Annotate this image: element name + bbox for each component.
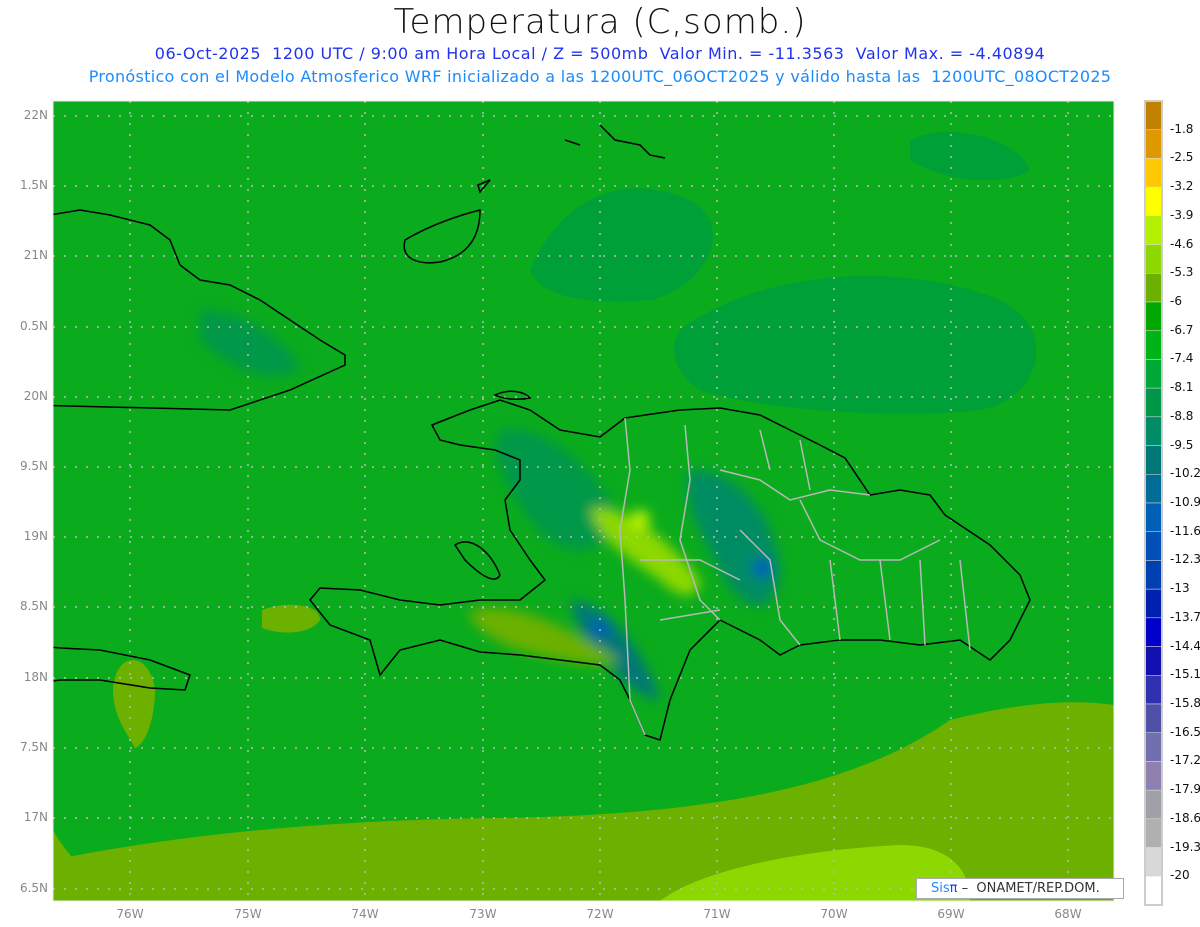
colorbar-swatch xyxy=(1144,359,1163,389)
colorbar-label: -16.5 xyxy=(1170,724,1200,739)
colorbar-label: -10.9 xyxy=(1170,495,1200,509)
colorbar-swatch xyxy=(1144,502,1163,532)
colorbar-label: -7.4 xyxy=(1170,351,1194,366)
colorbar-label: -19.3 xyxy=(1170,839,1200,854)
colorbar-label: -8.1 xyxy=(1170,380,1194,395)
lat-label: 22N xyxy=(23,108,48,122)
colorbar-swatch xyxy=(1144,215,1163,245)
colorbar-swatch xyxy=(1144,273,1163,303)
lat-label: 0.5N xyxy=(19,319,48,333)
colorbar-swatch xyxy=(1144,560,1163,590)
lon-label: 69W xyxy=(937,907,965,921)
colorbar-label: -9.5 xyxy=(1170,437,1194,452)
colorbar xyxy=(1144,100,1163,906)
colorbar-swatch xyxy=(1144,789,1163,820)
colorbar-label: -4.6 xyxy=(1170,236,1194,251)
colorbar-label: -17.2 xyxy=(1170,753,1200,768)
lon-label: 71W xyxy=(703,907,731,921)
colorbar-label: -3.2 xyxy=(1170,179,1194,194)
lat-label: 18N xyxy=(23,670,48,684)
colorbar-label: -10.2 xyxy=(1170,466,1200,481)
colorbar-swatch xyxy=(1144,732,1163,762)
credit-sis: Sis xyxy=(931,881,950,896)
lon-label: 76W xyxy=(116,907,144,921)
lat-label: 6.5N xyxy=(19,881,48,895)
colorbar-label: -13 xyxy=(1170,581,1190,596)
colorbar-swatch xyxy=(1144,588,1163,619)
colorbar-label: -6 xyxy=(1170,294,1182,308)
temperature-field xyxy=(53,101,1114,901)
colorbar-label: -3.9 xyxy=(1170,207,1194,222)
colorbar-swatch xyxy=(1144,876,1163,906)
lat-label: 21N xyxy=(23,248,48,262)
colorbar-label: -17.9 xyxy=(1170,782,1200,797)
colorbar-swatch xyxy=(1144,703,1163,733)
colorbar-swatch xyxy=(1144,387,1163,418)
credit-org: – ONAMET/REP.DOM. xyxy=(957,881,1100,896)
colorbar-swatch xyxy=(1144,847,1163,877)
colorbar-swatch xyxy=(1144,330,1163,360)
colorbar-label: -18.6 xyxy=(1170,810,1200,825)
colorbar-swatch xyxy=(1144,818,1163,848)
lat-label: 7.5N xyxy=(19,740,48,754)
lon-label: 75W xyxy=(234,907,262,921)
colorbar-swatch xyxy=(1144,474,1163,504)
colorbar-label: -6.7 xyxy=(1170,322,1194,337)
lon-label: 70W xyxy=(820,907,848,921)
colorbar-swatch xyxy=(1144,761,1163,791)
credit-box: Sisπ – ONAMET/REP.DOM. xyxy=(916,878,1124,899)
colorbar-label: -2.5 xyxy=(1170,150,1194,165)
colorbar-label: -20 xyxy=(1170,868,1190,883)
lat-label: 19N xyxy=(23,529,48,543)
colorbar-swatch xyxy=(1144,301,1163,331)
lat-label: 1.5N xyxy=(19,178,48,192)
colorbar-swatch xyxy=(1144,675,1163,705)
colorbar-label: -15.1 xyxy=(1170,667,1200,682)
colorbar-swatch xyxy=(1144,416,1163,446)
colorbar-swatch xyxy=(1144,617,1163,647)
colorbar-swatch xyxy=(1144,646,1163,676)
colorbar-swatch xyxy=(1144,186,1163,217)
colorbar-swatch xyxy=(1144,445,1163,475)
colorbar-label: -15.8 xyxy=(1170,696,1200,710)
colorbar-swatch xyxy=(1144,100,1163,130)
lat-label: 9.5N xyxy=(19,459,48,473)
colorbar-label: -5.3 xyxy=(1170,265,1194,280)
colorbar-label: -1.8 xyxy=(1170,121,1194,136)
colorbar-swatch xyxy=(1144,158,1163,188)
colorbar-label: -12.3 xyxy=(1170,552,1200,567)
lon-label: 73W xyxy=(469,907,497,921)
lat-label: 20N xyxy=(23,389,48,403)
colorbar-label: -13.7 xyxy=(1170,609,1200,624)
colorbar-swatch xyxy=(1144,244,1163,274)
colorbar-swatch xyxy=(1144,531,1163,561)
lon-label: 72W xyxy=(586,907,614,921)
lon-label: 74W xyxy=(351,907,379,921)
lat-label: 8.5N xyxy=(19,599,48,613)
colorbar-label: -11.6 xyxy=(1170,523,1200,538)
colorbar-label: -14.4 xyxy=(1170,638,1200,653)
colorbar-swatch xyxy=(1144,129,1163,159)
lon-label: 68W xyxy=(1054,907,1082,921)
lat-label: 17N xyxy=(23,810,48,824)
colorbar-label: -8.8 xyxy=(1170,408,1194,423)
map-plot xyxy=(52,100,1163,906)
